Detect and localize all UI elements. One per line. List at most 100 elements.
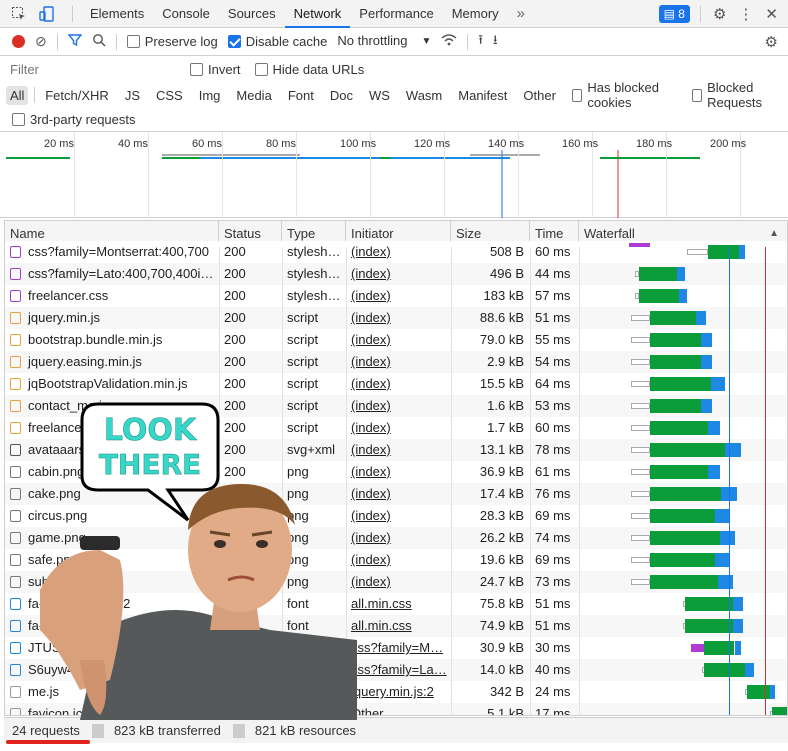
table-row[interactable]: css?family=Montserrat:400,700 200 stylesh…… <box>5 241 787 263</box>
table-row[interactable]: bootstrap.bundle.min.js 200 script (index) 7… <box>5 329 787 351</box>
blocked-requests-checkbox[interactable]: Blocked Requests <box>691 80 788 110</box>
cell-name[interactable]: jquery.easing.min.js <box>5 351 219 373</box>
type-manifest[interactable]: Manifest <box>454 86 511 105</box>
network-conditions-icon[interactable] <box>441 33 457 50</box>
hide-data-urls-checkbox[interactable]: Hide data URLs <box>254 62 364 77</box>
table-row[interactable]: jquery.easing.min.js 200 script (index) 2.9 … <box>5 351 787 373</box>
clear-icon[interactable]: ⊘ <box>35 33 47 50</box>
disable-cache-label: Disable cache <box>245 34 328 49</box>
cell-name[interactable]: jqBootstrapValidation.min.js <box>5 373 219 395</box>
cell-initiator[interactable]: (index) <box>346 395 451 417</box>
cell-size: 13.1 kB <box>479 442 524 457</box>
table-row[interactable]: jquery.min.js 200 script (index) 88.6 kB 51 m… <box>5 307 787 329</box>
cell-name[interactable]: bootstrap.bundle.min.js <box>5 329 219 351</box>
cell-initiator[interactable]: all.min.css <box>346 593 451 615</box>
cell-initiator[interactable]: (index) <box>346 329 451 351</box>
cell-name[interactable]: css?family=Lato:400,700,400i… <box>5 263 219 285</box>
cell-name[interactable]: freelancer.css <box>5 285 219 307</box>
cell-initiator[interactable]: all.min.css <box>346 615 451 637</box>
cell-initiator[interactable]: (index) <box>346 307 451 329</box>
type-other[interactable]: Other <box>519 86 560 105</box>
cell-size: 5.1 kB <box>487 706 524 716</box>
filter-input[interactable] <box>6 59 176 79</box>
search-icon[interactable] <box>92 33 106 50</box>
cell-initiator[interactable]: (index) <box>346 417 451 439</box>
type-css[interactable]: CSS <box>152 86 187 105</box>
overview-activity-bar <box>390 157 510 159</box>
device-toggle-icon[interactable] <box>36 3 58 25</box>
tab-memory[interactable]: Memory <box>443 0 508 28</box>
cell-initiator[interactable]: (index) <box>346 483 451 505</box>
type-wasm[interactable]: Wasm <box>402 86 446 105</box>
cell-initiator[interactable]: css?family=La… <box>346 659 451 681</box>
network-settings-gear-icon[interactable]: ⚙ <box>765 33 778 51</box>
close-icon[interactable]: ✕ <box>765 5 778 23</box>
cell-initiator[interactable]: (index) <box>346 373 451 395</box>
checkbox-box[interactable] <box>254 62 268 76</box>
js-file-icon <box>10 400 21 412</box>
divider <box>115 33 117 50</box>
cell-initiator[interactable]: (index) <box>346 549 451 571</box>
blocked-cookies-checkbox[interactable]: Has blocked cookies <box>571 80 680 110</box>
cell-initiator[interactable]: (index) <box>346 527 451 549</box>
img-file-icon <box>10 532 21 544</box>
checkbox-box[interactable] <box>691 88 703 102</box>
cell-initiator[interactable]: (index) <box>346 439 451 461</box>
checkbox-box[interactable] <box>12 113 25 126</box>
cell-initiator[interactable]: (index) <box>346 505 451 527</box>
tab-elements[interactable]: Elements <box>81 0 153 28</box>
cell-initiator[interactable]: (index) <box>346 263 451 285</box>
cell-name[interactable]: css?family=Montserrat:400,700 <box>5 241 219 263</box>
tab-sources[interactable]: Sources <box>219 0 285 28</box>
type-ws[interactable]: WS <box>365 86 394 105</box>
tab-console[interactable]: Console <box>153 0 219 28</box>
export-har-icon[interactable]: ⭳ <box>493 31 498 53</box>
invert-checkbox[interactable]: Invert <box>190 62 241 77</box>
gear-icon[interactable]: ⚙ <box>713 5 726 23</box>
import-har-icon[interactable]: ⭱ <box>478 31 483 53</box>
checkbox-box[interactable] <box>571 88 583 102</box>
cell-initiator[interactable]: (index) <box>346 461 451 483</box>
cell-initiator[interactable]: (index) <box>346 285 451 307</box>
checkbox-box[interactable] <box>126 35 140 48</box>
disable-cache-checkbox[interactable]: Disable cache <box>227 34 328 49</box>
cell-initiator[interactable]: jquery.min.js:2 <box>346 681 451 703</box>
cell-initiator[interactable]: (index) <box>346 571 451 593</box>
dom-content-loaded-line <box>729 247 730 715</box>
type-doc[interactable]: Doc <box>326 86 357 105</box>
tab-network[interactable]: Network <box>284 0 351 28</box>
checkbox-box[interactable] <box>190 62 203 76</box>
table-row[interactable]: jqBootstrapValidation.min.js 200 script (in… <box>5 373 787 395</box>
type-media[interactable]: Media <box>232 86 275 105</box>
more-tabs-button[interactable]: » <box>508 0 534 28</box>
type-fetch-xhr[interactable]: Fetch/XHR <box>41 86 113 105</box>
waterfall-download-bar <box>732 597 744 611</box>
record-button[interactable] <box>12 35 25 48</box>
font-file-icon <box>10 664 21 676</box>
cell-initiator[interactable]: (index) <box>346 241 451 263</box>
table-row[interactable]: freelancer.css 200 stylesh… (index) 183 kB 57… <box>5 285 787 307</box>
preserve-log-checkbox[interactable]: Preserve log <box>126 34 218 49</box>
filter-icon[interactable] <box>67 33 83 50</box>
cell-name[interactable]: jquery.min.js <box>5 307 219 329</box>
type-font[interactable]: Font <box>284 86 318 105</box>
cell-status: 200 <box>224 244 246 259</box>
table-row[interactable]: css?family=Lato:400,700,400i… 200 stylesh…… <box>5 263 787 285</box>
issues-badge[interactable]: ▤ 8 <box>658 4 690 23</box>
divider <box>232 723 245 738</box>
request-name: cabin.png <box>28 464 85 479</box>
type-all[interactable]: All <box>6 85 29 105</box>
cell-initiator[interactable]: css?family=M… <box>346 637 451 659</box>
kebab-menu-icon[interactable]: ⋮ <box>738 5 753 23</box>
timeline-overview[interactable]: 20 ms 40 ms 60 ms 80 ms 100 ms 120 ms 140 ms 16… <box>0 132 788 218</box>
third-party-checkbox[interactable]: 3rd-party requests <box>12 112 136 127</box>
cell-initiator[interactable]: (index) <box>346 351 451 373</box>
type-js[interactable]: JS <box>121 86 144 105</box>
cell-initiator[interactable]: Other <box>346 703 451 715</box>
inspect-icon[interactable] <box>8 3 30 25</box>
checkbox-box[interactable] <box>227 35 241 48</box>
type-img[interactable]: Img <box>195 86 225 105</box>
throttling-select[interactable]: No throttling ▼ <box>337 33 431 51</box>
tab-performance[interactable]: Performance <box>350 0 442 28</box>
cell-size: 19.6 kB <box>479 552 524 567</box>
